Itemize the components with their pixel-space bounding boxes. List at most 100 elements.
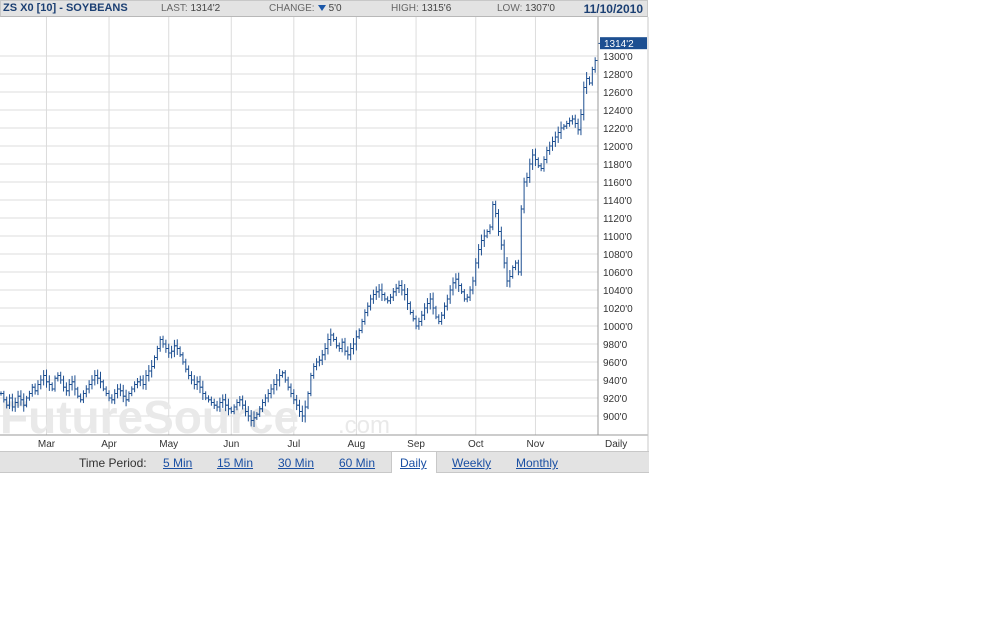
ohlc-bar bbox=[178, 346, 183, 357]
ohlc-bar bbox=[379, 283, 384, 301]
ohlc-bar bbox=[405, 288, 410, 310]
ohlc-bar bbox=[58, 371, 63, 384]
ohlc-bar bbox=[155, 345, 160, 361]
ohlc-bar bbox=[567, 117, 572, 127]
ohlc-bar bbox=[385, 296, 390, 304]
change-label: CHANGE: bbox=[269, 3, 315, 14]
ohlc-bar bbox=[578, 109, 583, 136]
period-weekly-link[interactable]: Weekly bbox=[452, 456, 491, 470]
down-arrow-icon bbox=[317, 5, 326, 12]
ohlc-bar bbox=[556, 126, 561, 143]
ohlc-bar bbox=[487, 224, 492, 235]
ohlc-bar bbox=[499, 226, 504, 250]
last-value: 1314'2 bbox=[190, 3, 221, 14]
ohlc-bar bbox=[587, 76, 592, 86]
ohlc-bar bbox=[402, 284, 407, 301]
contract-title: ZS X0 [10] - SOYBEANS bbox=[3, 2, 128, 14]
ohlc-bar bbox=[163, 339, 168, 353]
ohlc-bar bbox=[584, 72, 589, 94]
ohlc-bar bbox=[536, 157, 541, 168]
ohlc-bar bbox=[527, 158, 532, 183]
ohlc-bar bbox=[351, 338, 356, 355]
ohlc-bar bbox=[519, 205, 524, 276]
ohlc-bar bbox=[371, 289, 376, 304]
ohlc-bar bbox=[397, 280, 401, 294]
ohlc-bar bbox=[442, 302, 447, 319]
ohlc-bar bbox=[38, 375, 43, 390]
y-tick-label: 940'0 bbox=[603, 376, 628, 387]
ohlc-bar bbox=[354, 330, 359, 351]
y-tick-label: 1160'0 bbox=[603, 178, 632, 189]
ohlc-bar bbox=[476, 244, 481, 269]
ohlc-bar bbox=[320, 349, 325, 366]
ohlc-bar bbox=[544, 146, 549, 164]
ohlc-bar bbox=[422, 303, 427, 321]
y-tick-label: 1020'0 bbox=[603, 304, 633, 315]
ohlc-bar bbox=[334, 336, 339, 349]
time-period-label: Time Period: bbox=[79, 456, 147, 470]
y-tick-label: 1040'0 bbox=[603, 286, 633, 297]
ohlc-bar bbox=[453, 273, 458, 289]
ohlc-bar bbox=[169, 345, 174, 359]
ohlc-bar bbox=[377, 284, 382, 298]
ohlc-bar bbox=[374, 286, 379, 300]
ohlc-bar bbox=[593, 57, 598, 73]
x-tick-label: Oct bbox=[468, 439, 484, 450]
x-tick-label: Aug bbox=[347, 439, 365, 450]
period-daily-tab[interactable]: Daily bbox=[391, 451, 437, 473]
ohlc-bar bbox=[550, 136, 555, 151]
ohlc-bar bbox=[95, 369, 100, 385]
ohlc-bar bbox=[340, 338, 345, 353]
axes: 900'0 920'0 940'0 960'0 980'0 1000'0 1020'0 104… bbox=[0, 17, 649, 451]
ohlc-bar bbox=[465, 293, 470, 303]
y-tick-label: 1300'0 bbox=[603, 52, 633, 63]
ohlc-bar bbox=[186, 365, 191, 380]
ohlc-bar bbox=[533, 148, 538, 166]
change-quote: CHANGE: 5'0 bbox=[269, 3, 342, 14]
period-monthly-link[interactable]: Monthly bbox=[516, 456, 558, 470]
low-label: LOW: bbox=[497, 3, 523, 14]
ohlc-bar bbox=[274, 374, 279, 391]
ohlc-bar bbox=[50, 382, 55, 392]
change-value: 5'0 bbox=[328, 3, 342, 14]
x-tick-label: May bbox=[159, 439, 178, 450]
y-tick-label: 1280'0 bbox=[603, 70, 633, 81]
ohlc-bar bbox=[362, 309, 367, 325]
ohlc-bar bbox=[47, 375, 52, 391]
time-period-bar: Time Period: 5 Min 15 Min 30 Min 60 Min … bbox=[0, 451, 649, 473]
ohlc-bar bbox=[470, 276, 475, 295]
ohlc-bar bbox=[183, 358, 188, 373]
y-tick-label: 1200'0 bbox=[603, 142, 633, 153]
ohlc-bar bbox=[559, 121, 564, 139]
ohlc-bar bbox=[44, 369, 49, 388]
ohlc-bar bbox=[570, 115, 575, 125]
ohlc-bar bbox=[348, 343, 353, 361]
grid bbox=[0, 17, 598, 435]
high-quote: HIGH: 1315'6 bbox=[391, 3, 451, 14]
y-tick-label: 1260'0 bbox=[603, 88, 633, 99]
ohlc-bar bbox=[516, 259, 521, 276]
last-price-label: 1314'2 bbox=[604, 39, 634, 50]
x-tick-label: Jul bbox=[287, 439, 300, 450]
period-5min-link[interactable]: 5 Min bbox=[163, 456, 192, 470]
ohlc-bar bbox=[522, 177, 527, 214]
ohlc-bar bbox=[303, 400, 308, 423]
ohlc-bar bbox=[507, 270, 512, 288]
ohlc-bar bbox=[493, 200, 498, 218]
ohlc-bars bbox=[0, 39, 600, 427]
ohlc-bar bbox=[357, 328, 362, 339]
ohlc-bar bbox=[149, 360, 154, 378]
period-30min-link[interactable]: 30 Min bbox=[278, 456, 314, 470]
y-tick-label: 1100'0 bbox=[603, 232, 632, 243]
ohlc-bar bbox=[89, 375, 94, 390]
ohlc-bar bbox=[280, 370, 285, 378]
y-tick-label: 1140'0 bbox=[603, 196, 632, 207]
ohlc-bar bbox=[166, 343, 171, 358]
ohlc-bar bbox=[365, 302, 370, 317]
period-60min-link[interactable]: 60 Min bbox=[339, 456, 375, 470]
low-value: 1307'0 bbox=[525, 3, 555, 14]
period-15min-link[interactable]: 15 Min bbox=[217, 456, 253, 470]
ohlc-bar bbox=[576, 118, 581, 135]
ohlc-bar bbox=[561, 124, 566, 131]
ohlc-bar bbox=[448, 285, 453, 304]
